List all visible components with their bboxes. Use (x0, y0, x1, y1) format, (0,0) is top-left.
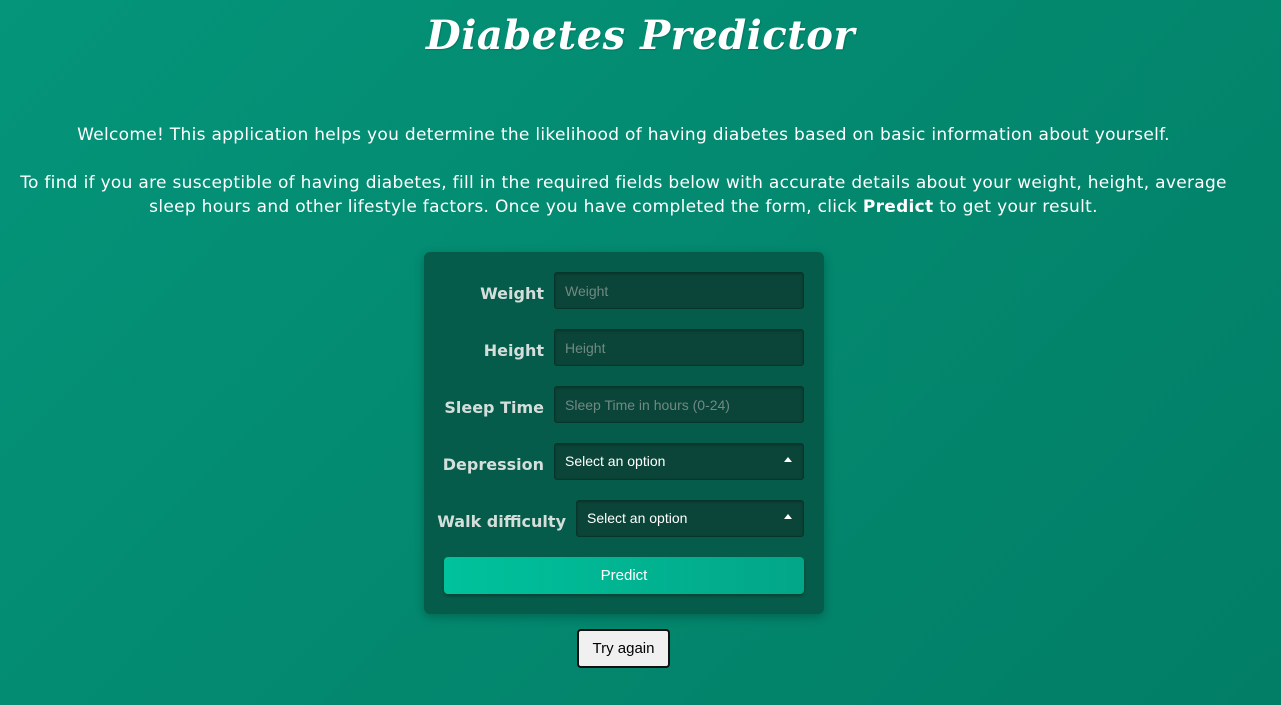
intro-paragraph-instructions: To find if you are susceptible of having… (20, 171, 1227, 219)
intro-paragraph-welcome: Welcome! This application helps you dete… (77, 125, 1170, 145)
page-title: Diabetes Predictor (426, 12, 855, 59)
weight-input[interactable] (554, 272, 804, 309)
intro-text: Welcome! This application helps you dete… (20, 123, 1227, 219)
weight-row: Weight (424, 272, 824, 310)
caret-up-icon (784, 457, 792, 462)
intro-predict-emphasis: Predict (862, 197, 934, 217)
depression-select[interactable]: Select an option (554, 443, 804, 480)
depression-selected-value: Select an option (565, 453, 666, 469)
height-row: Height (424, 329, 824, 367)
walk-difficulty-selected-value: Select an option (587, 510, 688, 526)
walk-difficulty-select[interactable]: Select an option (576, 500, 804, 537)
sleep-time-row: Sleep Time (424, 386, 824, 424)
sleep-time-label: Sleep Time (444, 398, 544, 417)
depression-label: Depression (442, 455, 544, 474)
weight-label: Weight (480, 284, 544, 303)
prediction-form: Weight Height Sleep Time Depression Sele… (424, 252, 824, 614)
height-label: Height (483, 341, 544, 360)
caret-up-icon (784, 514, 792, 519)
depression-row: Depression Select an option (424, 443, 824, 481)
height-input[interactable] (554, 329, 804, 366)
walk-difficulty-label: Walk difficulty (437, 512, 566, 531)
intro-instructions-end: to get your result. (933, 197, 1098, 217)
predict-button[interactable]: Predict (444, 557, 804, 594)
walk-difficulty-row: Walk difficulty Select an option (424, 500, 824, 538)
try-again-button[interactable]: Try again (577, 629, 670, 668)
sleep-time-input[interactable] (554, 386, 804, 423)
